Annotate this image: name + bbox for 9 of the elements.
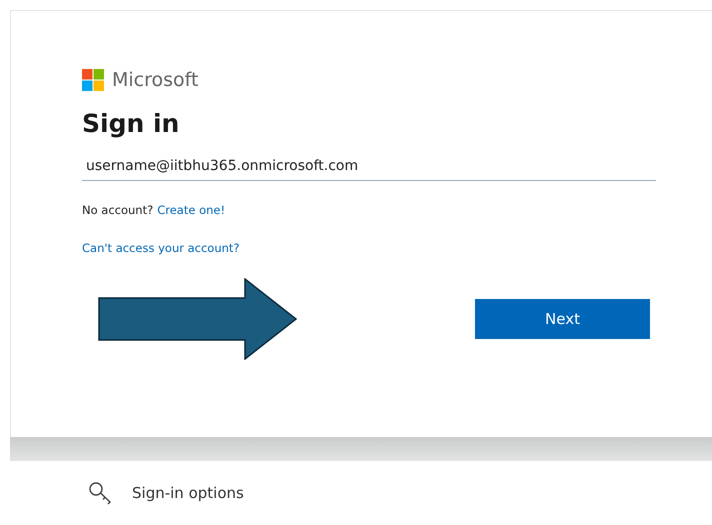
sign-in-options-link[interactable]: Sign-in options bbox=[132, 484, 244, 502]
cant-access-link[interactable]: Can't access your account? bbox=[82, 241, 240, 255]
microsoft-logo-icon bbox=[82, 69, 104, 91]
next-button[interactable]: Next bbox=[475, 299, 650, 339]
email-field[interactable]: username@iitbhu365.onmicrosoft.com bbox=[82, 152, 656, 181]
sign-in-heading: Sign in bbox=[82, 109, 180, 138]
brand-name: Microsoft bbox=[112, 69, 198, 91]
no-account-text: No account? bbox=[82, 203, 154, 217]
create-account-link[interactable]: Create one! bbox=[157, 203, 226, 217]
